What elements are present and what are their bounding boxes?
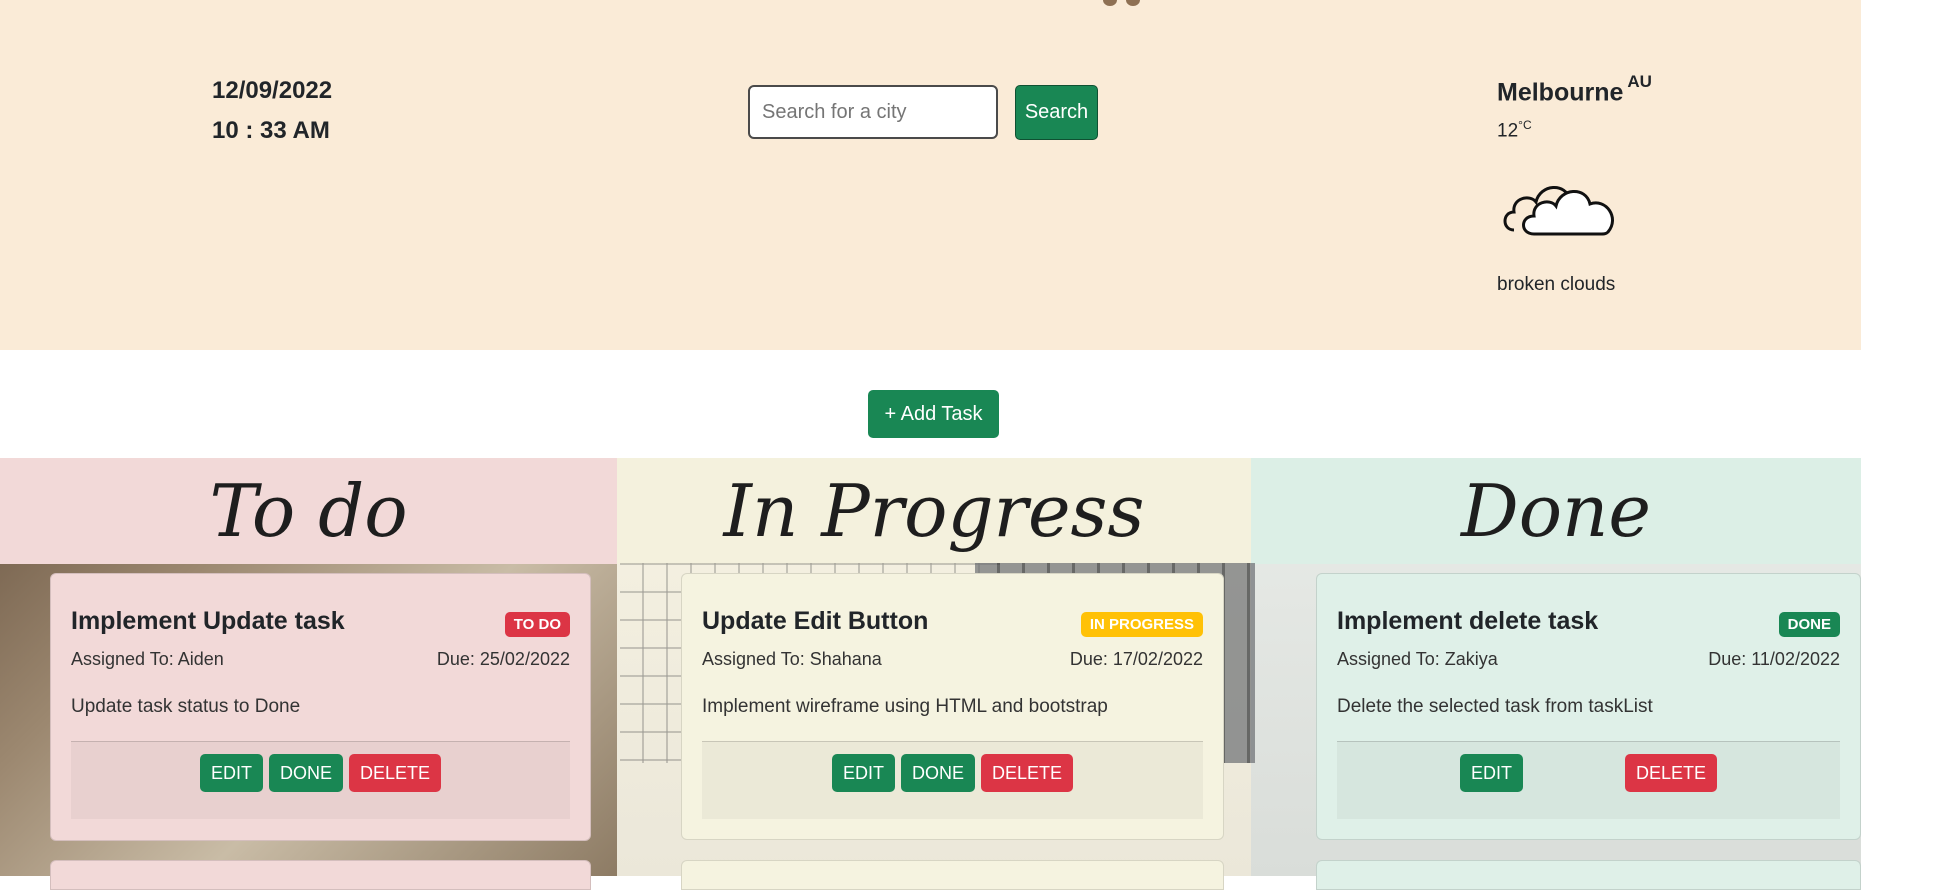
done-button[interactable]: DONE	[900, 754, 975, 792]
column-title: To do	[0, 458, 617, 564]
weather-city: Melbourne AU	[1497, 72, 1652, 107]
task-title: Update Edit Button	[702, 607, 929, 635]
task-due-date: Due: 25/02/2022	[436, 649, 570, 669]
edit-button[interactable]: EDIT	[831, 754, 895, 792]
delete-button[interactable]: DELETE	[349, 754, 442, 792]
task-card-partial	[681, 860, 1224, 890]
add-task-button[interactable]: + Add Task	[868, 390, 999, 438]
task-card: Implement delete task DONE Assigned To: …	[1316, 573, 1861, 840]
task-title: Implement Update task	[71, 607, 345, 635]
task-due-date: Due: 17/02/2022	[1069, 649, 1203, 669]
weather-description: broken clouds	[1497, 274, 1616, 295]
task-card: Update Edit Button IN PROGRESS Assigned …	[681, 573, 1224, 840]
city-name: Melbourne	[1497, 78, 1624, 107]
task-assignee: Assigned To: Shahana	[702, 649, 882, 669]
edit-button[interactable]: EDIT	[199, 754, 263, 792]
search-button[interactable]: Search	[1015, 85, 1098, 140]
decoration-image	[1103, 0, 1117, 6]
edit-button[interactable]: EDIT	[1459, 754, 1523, 792]
task-actions: EDIT DONE DELETE	[71, 741, 570, 819]
status-badge: TO DO	[504, 612, 570, 637]
task-assignee: Assigned To: Aiden	[71, 649, 224, 669]
done-button[interactable]: DONE	[268, 754, 343, 792]
decoration-image	[1126, 0, 1140, 6]
country-code: AU	[1627, 72, 1652, 91]
task-card-partial	[50, 860, 591, 890]
column-title: Done	[1251, 458, 1861, 564]
column-title: In Progress	[617, 458, 1251, 564]
current-date: 12/09/2022	[212, 77, 333, 104]
task-description: Implement wireframe using HTML and boots…	[702, 696, 1108, 717]
task-title: Implement delete task	[1337, 607, 1599, 635]
task-assignee: Assigned To: Zakiya	[1337, 649, 1498, 669]
current-time: 10 : 33 AM	[212, 117, 330, 144]
cloud-icon	[1503, 186, 1614, 236]
weather-temperature: 12°C	[1497, 118, 1532, 142]
status-badge: IN PROGRESS	[1080, 612, 1203, 637]
task-description: Delete the selected task from taskList	[1337, 696, 1653, 717]
temperature-value: 12	[1497, 120, 1519, 142]
task-description: Update task status to Done	[71, 696, 301, 717]
temperature-unit: °C	[1518, 118, 1532, 132]
task-due-date: Due: 11/02/2022	[1708, 649, 1840, 669]
status-badge: DONE	[1778, 612, 1840, 637]
delete-button[interactable]: DELETE	[981, 754, 1074, 792]
task-actions: EDIT DELETE	[1337, 741, 1840, 819]
header-section: 12/09/2022 10 : 33 AM Search MelbourneAU…	[0, 0, 1861, 350]
task-card: Implement Update task TO DO Assigned To:…	[50, 573, 591, 841]
task-card-partial	[1316, 860, 1861, 890]
city-search-input[interactable]	[748, 85, 998, 139]
delete-button[interactable]: DELETE	[1624, 754, 1718, 792]
task-actions: EDIT DONE DELETE	[702, 741, 1203, 819]
